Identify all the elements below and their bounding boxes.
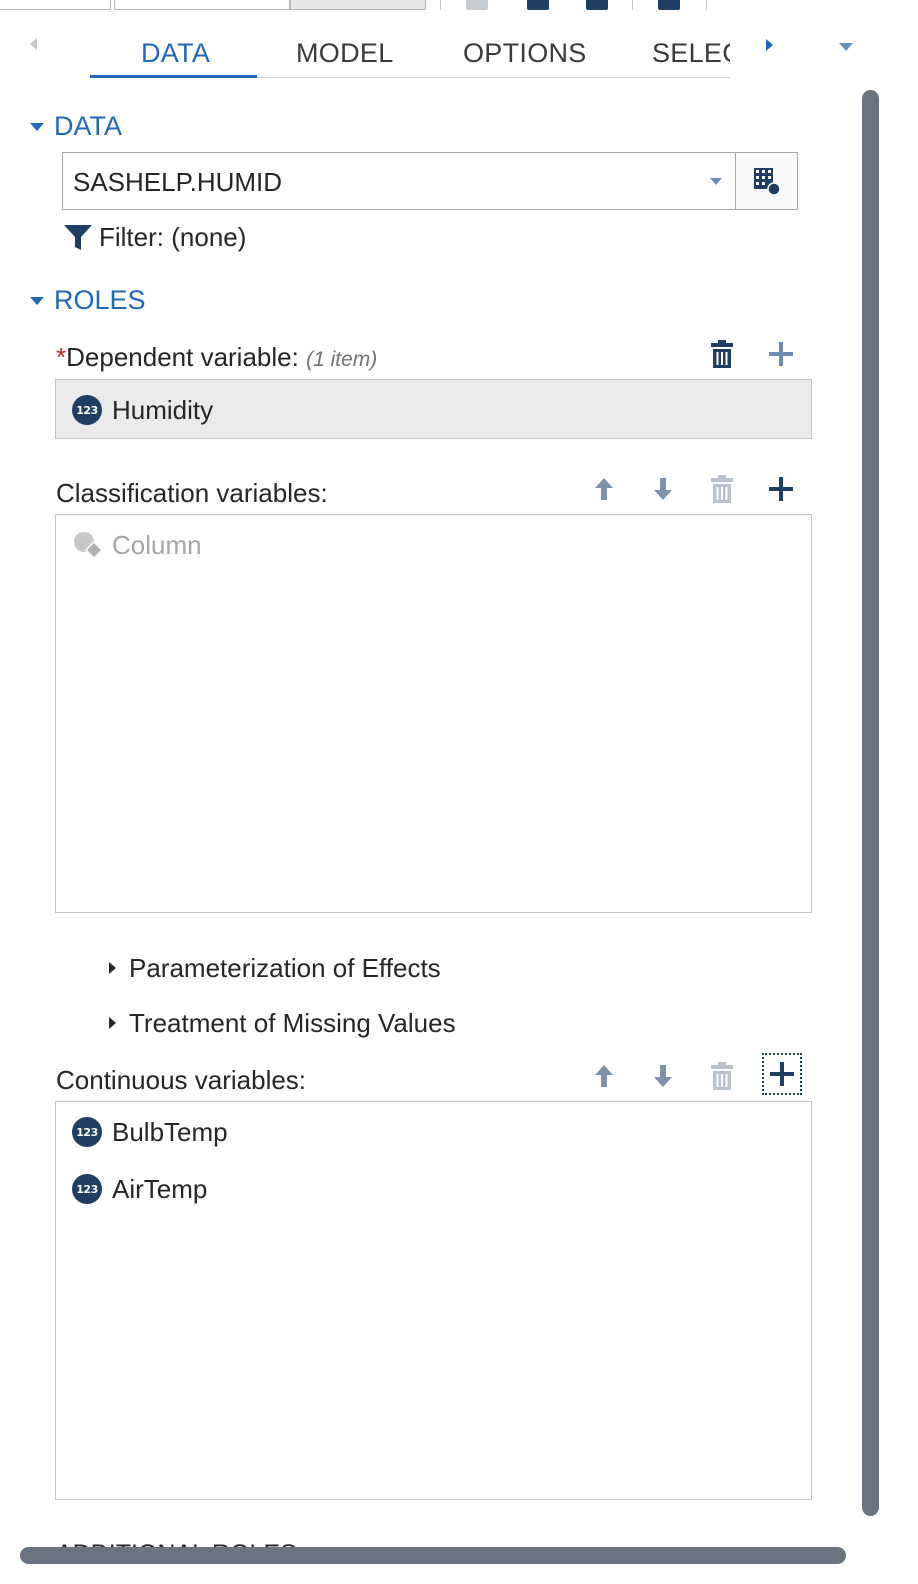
- filter-label: Filter:: [99, 222, 164, 252]
- tab-scroll-right-icon[interactable]: [766, 39, 773, 51]
- tab-options[interactable]: OPTIONS: [463, 30, 587, 76]
- vertical-scrollbar[interactable]: [862, 90, 879, 1516]
- delete-trash-icon[interactable]: [705, 1059, 739, 1093]
- add-plus-icon[interactable]: [762, 1053, 802, 1095]
- roles-section-title[interactable]: ROLES: [54, 284, 146, 316]
- toolbar-icon[interactable]: [658, 0, 680, 10]
- list-item[interactable]: 123 Humidity: [72, 388, 213, 432]
- tab-data[interactable]: DATA: [141, 30, 210, 76]
- table-select-icon: [754, 168, 781, 196]
- tab-model[interactable]: MODEL: [296, 30, 394, 76]
- dependent-label-text: Dependent variable:: [66, 342, 299, 372]
- list-item[interactable]: 123 AirTemp: [72, 1167, 207, 1211]
- variable-name: AirTemp: [112, 1173, 208, 1204]
- continuous-variables-list[interactable]: 123 BulbTemp 123 AirTemp: [55, 1101, 812, 1500]
- numeric-variable-icon: 123: [72, 395, 102, 425]
- add-plus-icon[interactable]: [764, 337, 798, 371]
- classification-variables-list[interactable]: Column: [55, 514, 812, 913]
- add-plus-icon[interactable]: [764, 472, 798, 506]
- top-toolbar: [0, 0, 918, 12]
- save-icon[interactable]: [527, 0, 549, 10]
- column-placeholder-text: Column: [112, 529, 202, 560]
- toolbar-button-settings[interactable]: [0, 0, 111, 10]
- save-as-icon[interactable]: [586, 0, 608, 10]
- dataset-select[interactable]: SASHELP.HUMID: [62, 152, 736, 210]
- expand-triangle-icon: [109, 1017, 116, 1029]
- horizontal-scrollbar[interactable]: [20, 1547, 846, 1564]
- expander-label: Parameterization of Effects: [129, 953, 441, 983]
- dependent-variable-label: *Dependent variable: (1 item): [56, 341, 377, 376]
- tab-selection[interactable]: SELEC: [652, 30, 730, 76]
- item-count: (1 item): [306, 348, 378, 371]
- variable-name: BulbTemp: [112, 1116, 228, 1147]
- delete-trash-icon[interactable]: [705, 337, 739, 371]
- dependent-variable-list[interactable]: 123 Humidity: [55, 379, 812, 439]
- move-up-arrow-icon[interactable]: [587, 472, 621, 506]
- toolbar-separator: [706, 0, 707, 10]
- delete-trash-icon[interactable]: [705, 472, 739, 506]
- variable-name: Humidity: [112, 394, 214, 425]
- toolbar-icon-disabled[interactable]: [466, 0, 488, 10]
- filter-text[interactable]: Filter: (none): [99, 221, 246, 253]
- select-table-button[interactable]: [735, 152, 798, 210]
- classification-variables-label: Classification variables:: [56, 478, 328, 508]
- data-section-collapse-icon[interactable]: [30, 123, 44, 131]
- chevron-down-icon[interactable]: [710, 178, 722, 185]
- numeric-variable-icon: 123: [72, 1117, 102, 1147]
- expand-triangle-icon: [109, 962, 116, 974]
- continuous-variables-label: Continuous variables:: [56, 1065, 307, 1095]
- toolbar-button-2[interactable]: [114, 0, 290, 10]
- required-marker: *: [56, 342, 67, 372]
- tab-menu-chevron-down-icon[interactable]: [839, 43, 853, 51]
- toolbar-separator: [440, 0, 441, 10]
- active-tab-indicator: [90, 75, 257, 78]
- move-down-arrow-icon[interactable]: [646, 472, 680, 506]
- move-up-arrow-icon[interactable]: [587, 1059, 621, 1093]
- missing-values-expander[interactable]: Treatment of Missing Values: [109, 1007, 456, 1039]
- toolbar-button-3[interactable]: [290, 0, 426, 10]
- toolbar-separator: [632, 0, 633, 10]
- list-item[interactable]: 123 BulbTemp: [72, 1110, 228, 1154]
- numeric-variable-icon: 123: [72, 1174, 102, 1204]
- move-down-arrow-icon[interactable]: [646, 1059, 680, 1093]
- tab-scroll-left-icon[interactable]: [30, 38, 37, 50]
- filter-icon[interactable]: [62, 221, 94, 258]
- column-icon: [74, 532, 104, 560]
- roles-section-collapse-icon[interactable]: [30, 297, 44, 305]
- filter-value: (none): [171, 222, 247, 252]
- data-section-title[interactable]: DATA: [54, 110, 122, 142]
- dataset-value: SASHELP.HUMID: [73, 167, 283, 197]
- column-placeholder: Column: [72, 523, 202, 567]
- expander-label: Treatment of Missing Values: [129, 1008, 456, 1038]
- parameterization-expander[interactable]: Parameterization of Effects: [109, 952, 441, 984]
